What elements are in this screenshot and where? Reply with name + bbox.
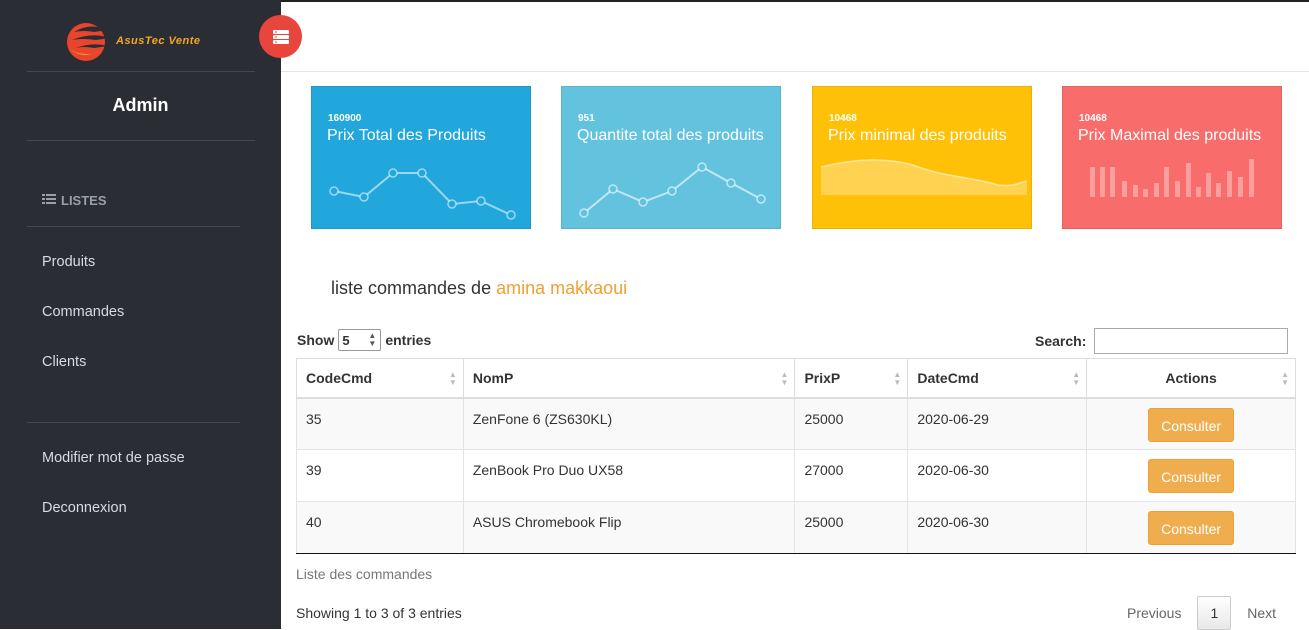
stat-value: 10468 [1079, 113, 1107, 124]
column-header-nomp[interactable]: NomP ▲ ▼ [462, 358, 796, 399]
page-length-value: 5 [342, 332, 350, 348]
stat-card-max-price: 10468 Prix Maximal des produits [1062, 86, 1282, 229]
menu-icon [272, 29, 289, 44]
table-row: 39 ZenBook Pro Duo UX58 27000 2020-06-30… [296, 449, 1296, 502]
cell-price: 25000 [794, 397, 909, 450]
page-length-control: Show 5 ▲ ▼ entries [297, 329, 431, 351]
pagination: Previous 1 Next [1116, 596, 1287, 630]
sort-icon: ▲ ▼ [893, 370, 902, 387]
brand-name: AsusTec Vente [116, 35, 201, 47]
cell-code: 40 [296, 501, 464, 554]
sidebar-item-change-password[interactable]: Modifier mot de passe [42, 450, 185, 466]
next-page-button[interactable]: Next [1236, 596, 1287, 630]
stat-label: Prix Total des Produits [327, 127, 486, 144]
sparkline-area-chart [820, 159, 1028, 195]
stat-value: 951 [578, 113, 595, 124]
section-header-listes: LISTES [42, 193, 107, 208]
page-1-button[interactable]: 1 [1197, 596, 1232, 630]
orders-table: CodeCmd ▲ ▼ NomP ▲ ▼ PrixP ▲ ▼ DateCmd ▲ ▼ Actio… [296, 358, 1296, 554]
search-label: Search: [1035, 333, 1087, 349]
cell-name: ZenBook Pro Duo UX58 [462, 449, 796, 502]
stat-card-total-quantity: 951 Quantite total des produits [561, 86, 781, 229]
section-title: LISTES [61, 193, 107, 208]
user-name: Admin [112, 95, 169, 115]
show-label: Show [297, 332, 335, 348]
top-bar [281, 0, 1309, 72]
sidebar-item-commandes[interactable]: Commandes [42, 304, 124, 320]
stat-label: Prix Maximal des produits [1078, 127, 1262, 144]
sort-icon: ▲ ▼ [448, 370, 457, 387]
cell-actions: Consulter [1086, 397, 1296, 450]
stat-value: 160900 [328, 113, 362, 124]
consult-button[interactable]: Consulter [1148, 511, 1235, 545]
table-row: 40 ASUS Chromebook Flip 25000 2020-06-30… [296, 501, 1296, 554]
entries-label: entries [385, 332, 432, 348]
stat-card-min-price: 10468 Prix minimal des produits [812, 86, 1032, 229]
table-info: Showing 1 to 3 of 3 entries [296, 605, 462, 621]
brand-logo[interactable]: AsusTec Vente [64, 16, 224, 66]
sort-icon: ▲ ▼ [1072, 370, 1081, 387]
divider [27, 226, 240, 227]
table-caption: Liste des commandes [296, 566, 433, 582]
consult-button[interactable]: Consulter [1148, 459, 1235, 493]
page-length-select[interactable]: 5 ▲ ▼ [338, 329, 382, 351]
sort-icon: ▲ ▼ [1281, 370, 1289, 387]
sidebar: AsusTec Vente Admin LISTES Produits Comm… [0, 0, 281, 629]
table-row: 35 ZenFone 6 (ZS630KL) 25000 2020-06-29 … [296, 397, 1296, 450]
stat-value: 10468 [829, 113, 857, 124]
divider [27, 71, 255, 72]
cell-date: 2020-06-30 [907, 449, 1088, 502]
cell-name: ZenFone 6 (ZS630KL) [462, 397, 796, 450]
sparkline-line-chart [329, 168, 516, 220]
stat-label: Prix minimal des produits [828, 127, 1007, 144]
sidebar-item-logout[interactable]: Deconnexion [42, 500, 127, 516]
stat-label: Quantite total des produits [577, 127, 764, 144]
sidebar-item-clients[interactable]: Clients [42, 354, 86, 370]
cell-actions: Consulter [1086, 449, 1296, 502]
cell-date: 2020-06-30 [907, 501, 1088, 554]
column-header-datecmd[interactable]: DateCmd ▲ ▼ [907, 358, 1088, 399]
orders-title-prefix: liste commandes de [331, 278, 492, 298]
table-search: Search: [1035, 328, 1289, 354]
sidebar-toggle-button[interactable] [259, 15, 302, 58]
cell-code: 39 [296, 449, 464, 502]
stepper-arrows-icon: ▲ ▼ [368, 331, 377, 348]
column-header-actions[interactable]: Actions ▲ ▼ [1086, 358, 1296, 399]
client-name: amina makkaoui [496, 278, 628, 298]
table-header-row: CodeCmd ▲ ▼ NomP ▲ ▼ PrixP ▲ ▼ DateCmd ▲ ▼ Actio… [296, 358, 1296, 399]
search-input[interactable] [1094, 328, 1289, 354]
cell-actions: Consulter [1086, 501, 1296, 554]
stat-card-total-price: 160900 Prix Total des Produits [311, 86, 531, 229]
sort-icon: ▲ ▼ [780, 370, 789, 387]
column-header-codecmd[interactable]: CodeCmd ▲ ▼ [296, 358, 464, 399]
sidebar-item-produits[interactable]: Produits [42, 254, 95, 270]
divider [27, 140, 255, 141]
sparkline-line-chart [579, 162, 766, 218]
cell-price: 27000 [794, 449, 909, 502]
list-icon [42, 193, 56, 208]
sparkline-bar-chart [1090, 159, 1254, 197]
cell-date: 2020-06-29 [907, 397, 1088, 450]
orders-title: liste commandes de amina makkaoui [331, 278, 627, 299]
cell-code: 35 [296, 397, 464, 450]
asustec-logo-icon [64, 18, 110, 64]
cell-price: 25000 [794, 501, 909, 554]
column-header-prixp[interactable]: PrixP ▲ ▼ [794, 358, 909, 399]
previous-page-button[interactable]: Previous [1116, 596, 1192, 630]
divider [27, 422, 240, 423]
consult-button[interactable]: Consulter [1148, 407, 1235, 442]
cell-name: ASUS Chromebook Flip [462, 501, 796, 554]
